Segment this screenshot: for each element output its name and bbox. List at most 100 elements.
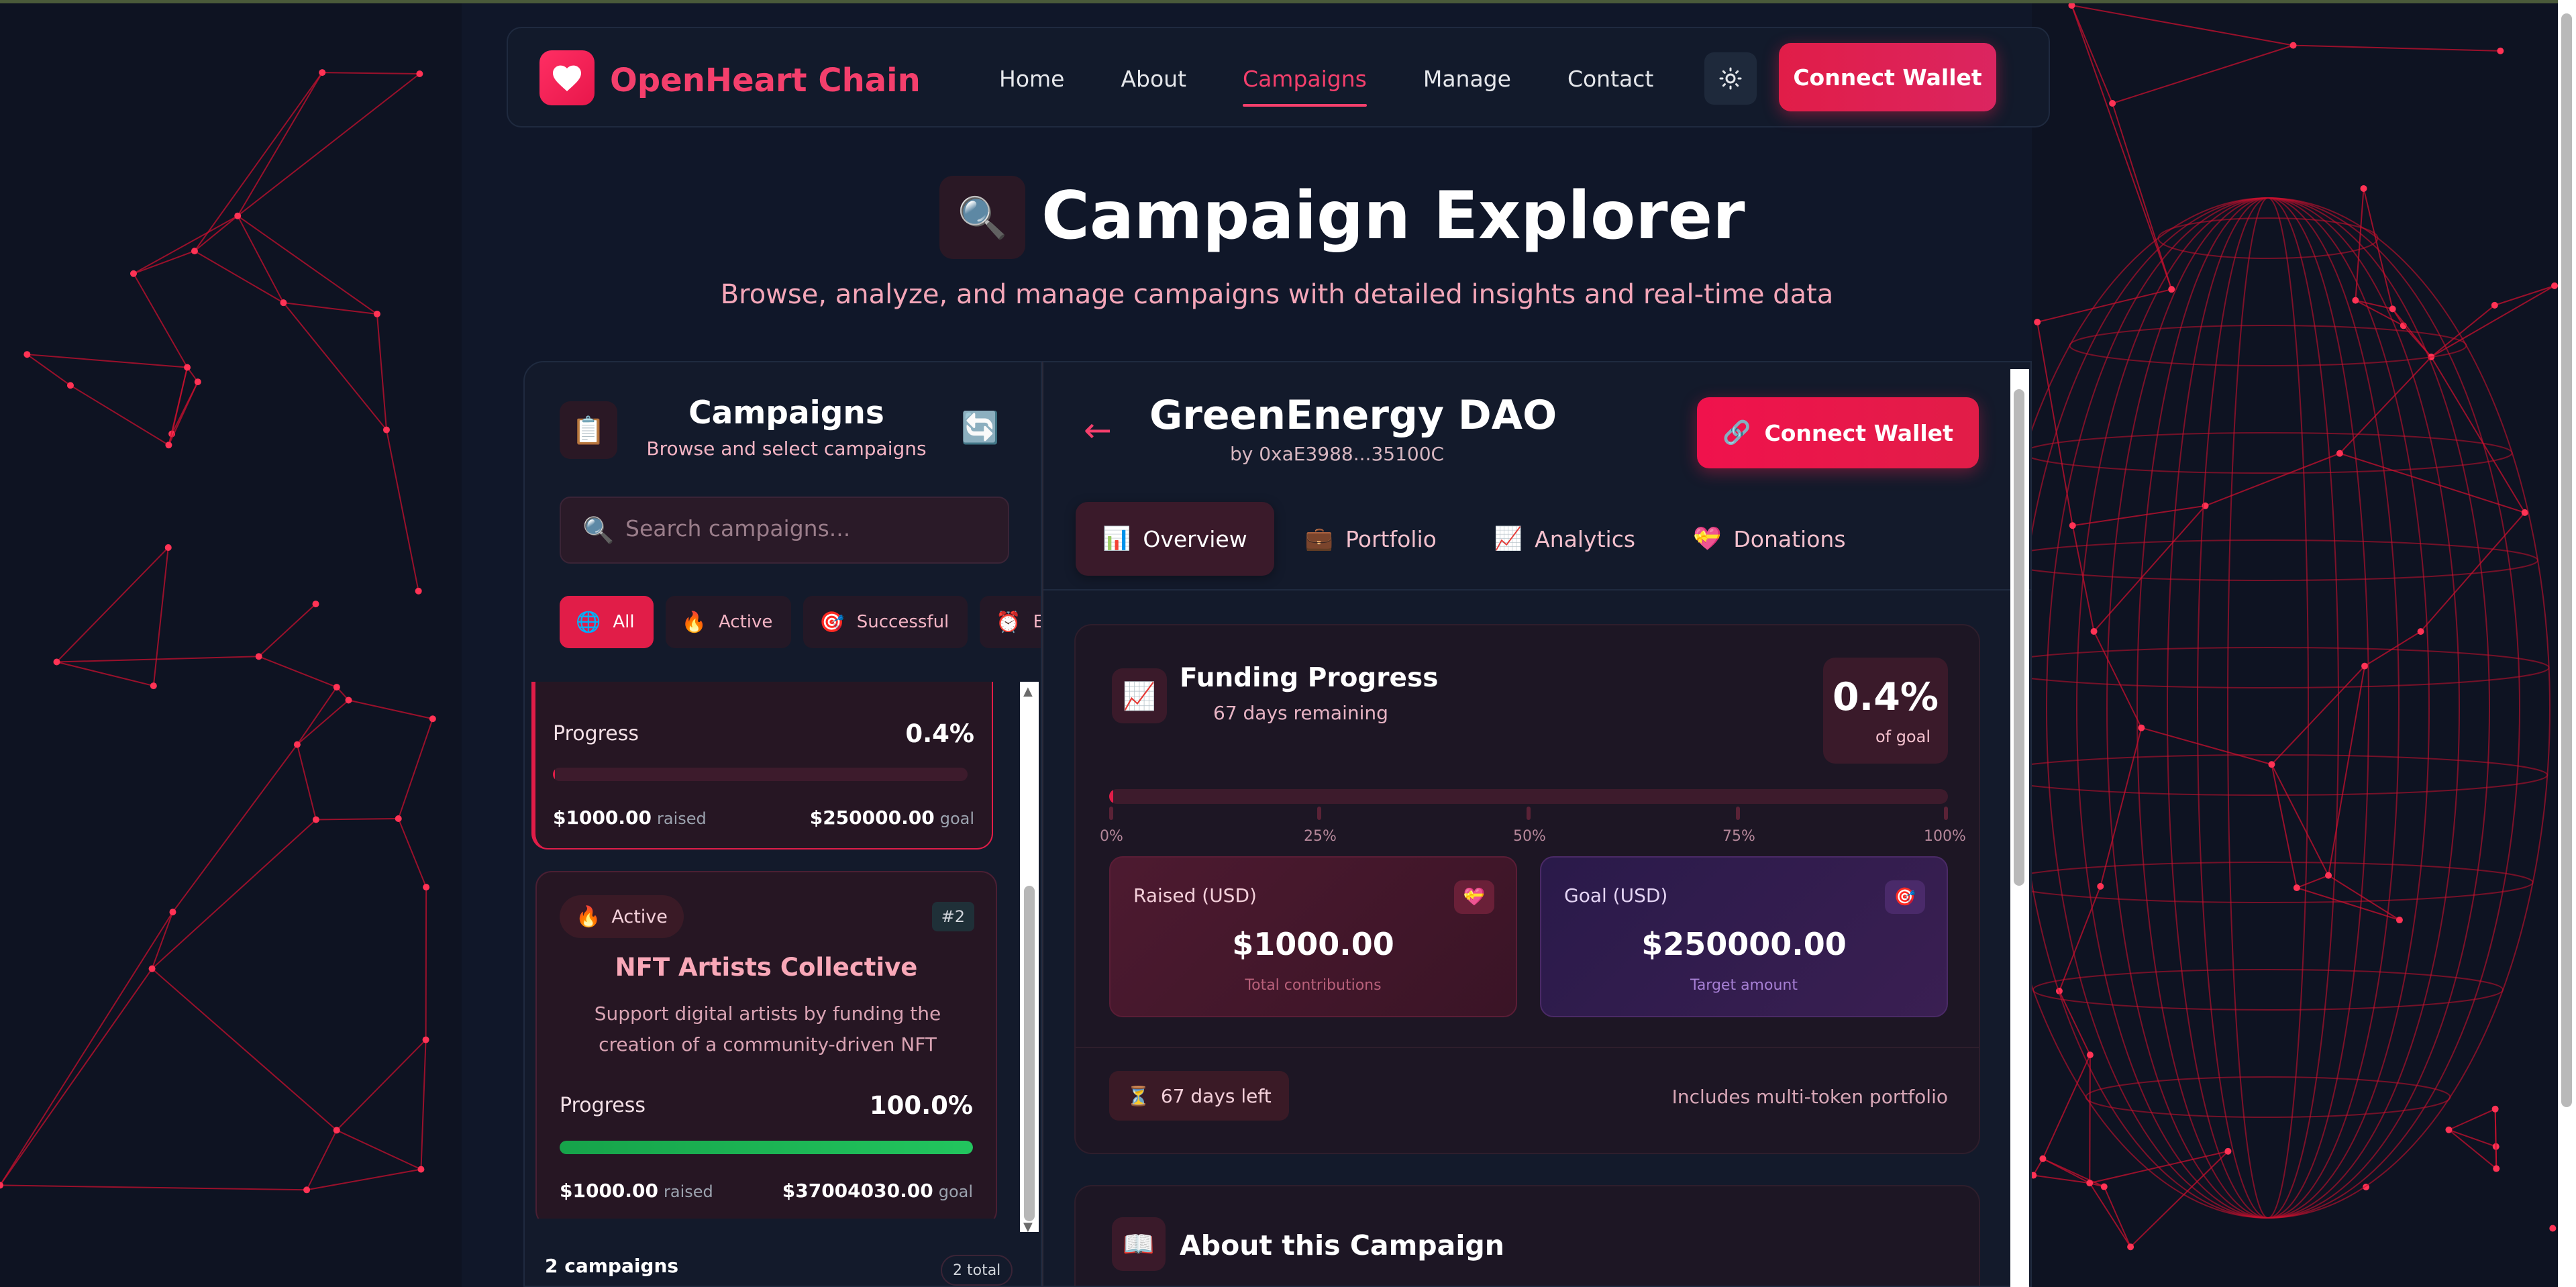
nav-link-about[interactable]: About (1121, 66, 1186, 92)
network-line (152, 547, 169, 686)
status-badge: 🔥 Active (560, 895, 684, 938)
network-line (336, 1129, 421, 1170)
back-arrow-icon[interactable]: ← (1084, 411, 1112, 450)
target-icon: 🎯 (819, 610, 845, 634)
search-field[interactable]: 🔍 (560, 497, 1009, 564)
detail-tabs: 📊 Overview 💼 Portfolio 📈 Analytics 💝 Don… (1076, 502, 1877, 576)
chart-up-icon: 📈 (1112, 668, 1167, 723)
goal-sub: Target amount (1690, 977, 1798, 994)
globe-meridian (2046, 197, 2490, 1219)
network-node (234, 212, 242, 219)
campaign-list-panel: 📋 Campaigns Browse and select campaigns … (523, 361, 1042, 1287)
network-line (2093, 631, 2143, 729)
raised-sub: Total contributions (1245, 977, 1382, 994)
network-line (385, 429, 419, 592)
of-goal-label: of goal (1875, 727, 1930, 746)
campaign-creator: by 0xaE3988...35100C (1230, 443, 1445, 465)
detail-connect-wallet-button[interactable]: 🔗 Connect Wallet (1697, 397, 1979, 468)
network-node (165, 442, 172, 449)
nav-link-home[interactable]: Home (999, 66, 1064, 92)
about-campaign-card: 📖 About this Campaign (1074, 1185, 1980, 1286)
network-node (2293, 884, 2300, 892)
network-node (345, 697, 352, 704)
network-node (395, 815, 402, 823)
search-input[interactable] (625, 515, 988, 542)
network-node (184, 364, 191, 371)
goal-amount: $37004030.00 goal (782, 1180, 973, 1202)
percent-box: 0.4% of goal (1823, 658, 1948, 764)
network-node (2109, 99, 2116, 107)
tab-analytics[interactable]: 📈 Analytics (1467, 502, 1662, 576)
campaign-list: Progress 0.4% $1000.00 raised $250000.00 g… (531, 682, 1028, 1219)
campaign-number-badge: #2 (931, 902, 974, 931)
raised-amount: $1000.00 raised (560, 1180, 713, 1202)
campaign-card[interactable]: 🔥 Active #2 NFT Artists Collective Suppo… (535, 871, 997, 1219)
network-node (194, 378, 201, 386)
briefcase-icon: 💼 (1304, 525, 1334, 552)
progress-fill (560, 1141, 973, 1154)
tab-portfolio[interactable]: 💼 Portfolio (1278, 502, 1463, 576)
book-icon: 📖 (1112, 1217, 1166, 1271)
network-line (2328, 666, 2366, 876)
nav-link-campaigns[interactable]: Campaigns (1243, 66, 1367, 107)
tick-mark (1736, 807, 1740, 820)
funding-percent: 0.4% (1832, 675, 1939, 719)
network-line (2089, 1182, 2131, 1247)
tab-label: Analytics (1535, 525, 1636, 552)
scroll-down-icon[interactable]: ▼ (1023, 1220, 1033, 1234)
network-line (70, 384, 169, 446)
network-node (429, 715, 436, 723)
panel-subtitle: Browse and select campaigns (646, 437, 927, 460)
search-icon: 🔍 (582, 515, 615, 545)
network-line (26, 354, 71, 387)
tab-overview[interactable]: 📊 Overview (1076, 502, 1274, 576)
goal-stat-card: Goal (USD) 🎯 $250000.00 Target amount (1540, 856, 1948, 1017)
campaign-card-selected[interactable]: Progress 0.4% $1000.00 raised $250000.00 g… (531, 682, 993, 850)
network-node (2090, 627, 2098, 635)
network-line (2071, 5, 2114, 104)
refresh-icon[interactable]: 🔄 (961, 409, 999, 446)
scroll-up-icon[interactable]: ▲ (1023, 684, 1033, 699)
window-scrollbar-thumb[interactable] (2561, 13, 2572, 1107)
network-node (2127, 1243, 2134, 1251)
network-line (151, 968, 338, 1131)
filter-all[interactable]: 🌐 All (560, 596, 654, 648)
network-line (2100, 727, 2143, 887)
network-line (0, 968, 153, 1186)
target-icon: 🎯 (1885, 880, 1925, 914)
list-scrollbar-thumb[interactable] (1024, 886, 1035, 1221)
nav-link-contact[interactable]: Contact (1567, 66, 1653, 92)
globe-parallel (2032, 969, 2504, 1011)
globe-icon: 🌐 (576, 610, 601, 634)
fire-icon: 🔥 (681, 610, 707, 634)
filter-active[interactable]: 🔥 Active (665, 596, 792, 648)
network-line (2205, 452, 2340, 507)
connect-wallet-button[interactable]: Connect Wallet (1779, 43, 1996, 111)
network-line (2141, 727, 2272, 766)
network-line (2130, 1151, 2229, 1247)
raised-label: Raised (USD) (1133, 884, 1257, 907)
network-node (2549, 1225, 2557, 1232)
nav-link-manage[interactable]: Manage (1423, 66, 1511, 92)
network-node (373, 310, 380, 317)
tab-donations[interactable]: 💝 Donations (1666, 502, 1873, 576)
brand-name[interactable]: OpenHeart Chain (610, 62, 921, 99)
funding-progress-fill (1109, 789, 1114, 804)
network-node (2336, 450, 2343, 457)
goal-value: $250000.00 (1641, 926, 1847, 962)
theme-toggle-button[interactable] (1704, 52, 1757, 105)
detail-scrollbar-thumb[interactable] (2014, 389, 2024, 886)
status-label: Active (611, 906, 668, 927)
page-subtitle: Browse, analyze, and manage campaigns wi… (720, 279, 1834, 310)
multi-token-note: Includes multi-token portfolio (1671, 1086, 1948, 1108)
network-node (2395, 917, 2403, 924)
filter-successful[interactable]: 🎯 Successful (803, 596, 968, 648)
network-line (315, 818, 399, 821)
filter-ended[interactable]: ⏰ Ended (980, 596, 1041, 648)
tick-label: 25% (1304, 828, 1337, 845)
network-node (23, 351, 31, 358)
globe-parallel (1986, 647, 2550, 688)
heart-icon[interactable] (539, 50, 595, 105)
network-node (293, 741, 301, 748)
progress-label: Progress (560, 1094, 646, 1117)
